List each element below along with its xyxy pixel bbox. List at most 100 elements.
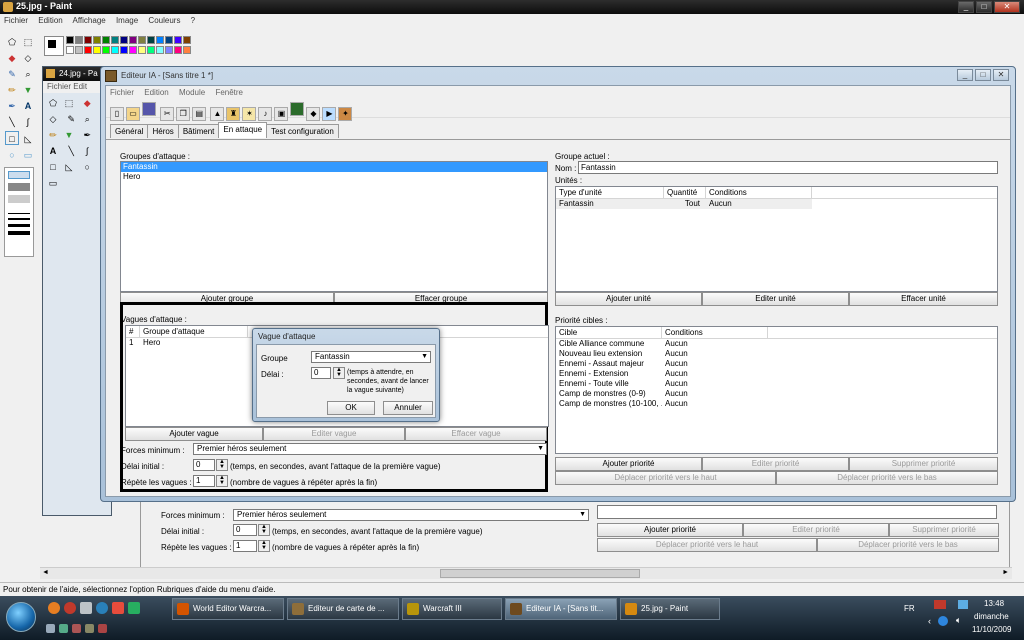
tray-app4-icon[interactable] (85, 624, 94, 633)
paint24-zoom-icon[interactable]: ⌕ (80, 112, 94, 126)
tray-app1-icon[interactable] (46, 624, 55, 633)
paint24-curve-icon[interactable]: ∫ (80, 144, 94, 158)
curve-icon[interactable]: ∫ (21, 115, 35, 129)
target-priority-list[interactable]: Cible Conditions Cible Alliance commune A… (555, 326, 998, 454)
save-icon[interactable] (142, 102, 156, 116)
start-button[interactable] (6, 602, 36, 632)
tab-batiment[interactable]: Bâtiment (177, 124, 220, 138)
editor-minimize-button[interactable]: _ (957, 69, 973, 81)
scroll-thumb[interactable] (440, 569, 640, 578)
paint24-brush-icon[interactable]: ▼ (62, 128, 76, 142)
palette-swatch[interactable] (129, 46, 137, 54)
object-icon[interactable]: ▣ (274, 107, 289, 121)
editor-menu-module[interactable]: Module (179, 88, 205, 97)
add-priority-button[interactable]: Ajouter priorité (555, 457, 702, 471)
paint24-rect-select-icon[interactable]: ⬚ (62, 96, 76, 110)
initial-delay-spinner[interactable]: ▲ ▼ (216, 459, 228, 471)
behind-delay-input[interactable]: 0 (233, 524, 257, 536)
attack-group-item[interactable]: Hero (121, 172, 547, 182)
sound-icon[interactable]: ♪ (258, 107, 273, 121)
attack-group-item[interactable]: Fantassin (121, 162, 547, 172)
add-unit-button[interactable]: Ajouter unité (555, 292, 702, 306)
target-row[interactable]: Ennemi - Extension Aucun (556, 369, 997, 379)
current-colors[interactable] (44, 36, 64, 56)
test-icon[interactable]: ▶ (322, 107, 337, 121)
clock-day[interactable]: dimanche (974, 612, 1009, 621)
paint24-rectangle-icon[interactable]: □ (46, 160, 60, 174)
tab-general[interactable]: Général (110, 124, 149, 138)
min-forces-select[interactable]: Premier héros seulement ▼ (193, 443, 547, 455)
palette-swatch[interactable] (93, 36, 101, 44)
target-row[interactable]: Camp de monstres (0-9) Aucun (556, 389, 997, 399)
paint24-fill-icon[interactable]: ◇ (46, 112, 60, 126)
targets-col-conditions[interactable]: Conditions (662, 327, 768, 338)
brush-icon[interactable]: ▼ (21, 83, 35, 97)
palette-swatch[interactable] (120, 36, 128, 44)
menu-edition[interactable]: Edition (38, 16, 62, 25)
units-col-quantity[interactable]: Quantité (664, 187, 706, 198)
palette-swatch[interactable] (174, 36, 182, 44)
tray-app2-icon[interactable] (59, 624, 68, 633)
rectangle-icon[interactable]: □ (5, 131, 19, 145)
add-wave-button[interactable]: Ajouter vague (125, 427, 263, 441)
palette-swatch[interactable] (156, 46, 164, 54)
light-icon[interactable]: ✶ (242, 107, 257, 121)
clock-date[interactable]: 11/10/2009 (972, 625, 1011, 634)
paint24-text-icon[interactable]: A (46, 144, 60, 158)
firefox-icon[interactable] (48, 602, 60, 614)
taskbar-button[interactable]: Warcraft III (402, 598, 502, 620)
editor-menu-edition[interactable]: Edition (144, 88, 168, 97)
line-icon[interactable]: ╲ (5, 115, 19, 129)
antivirus-icon[interactable] (934, 600, 946, 609)
palette-swatch[interactable] (183, 36, 191, 44)
target-row[interactable]: Nouveau lieu extension Aucun (556, 349, 997, 359)
scroll-left-icon[interactable]: ◄ (42, 569, 49, 576)
paint24-free-select-icon[interactable]: ⬠ (46, 96, 60, 110)
volume-icon[interactable]: 🔈︎ (956, 615, 961, 626)
tab-en-attaque[interactable]: En attaque (218, 122, 268, 138)
dialog-delay-spinner[interactable]: ▲ ▼ (333, 367, 345, 379)
group-name-input[interactable]: Fantassin (578, 161, 998, 174)
close-button[interactable]: ✕ (994, 1, 1020, 13)
menu-fichier[interactable]: Fichier (4, 16, 28, 25)
menu-help[interactable]: ? (191, 16, 195, 25)
polygon-icon[interactable]: ◺ (21, 132, 35, 146)
edit-priority-button[interactable]: Editer priorité (702, 457, 849, 471)
targets-col-target[interactable]: Cible (556, 327, 662, 338)
rect-select-icon[interactable]: ⬚ (21, 35, 35, 49)
paste-icon[interactable]: ▤ (192, 107, 207, 121)
units-row[interactable]: Fantassin Tout Aucun (556, 199, 812, 209)
pencil-icon[interactable]: ✏ (5, 83, 19, 97)
palette-swatch[interactable] (120, 46, 128, 54)
behind-edit-priority-button[interactable]: Editer priorité (743, 523, 889, 537)
palette-swatch[interactable] (129, 36, 137, 44)
paint24-airbrush-icon[interactable]: ✒ (80, 128, 94, 142)
editor-menu-fichier[interactable]: Fichier (110, 88, 134, 97)
campaign-icon[interactable]: ◆ (306, 107, 321, 121)
behind-move-down-button[interactable]: Déplacer priorité vers le bas (817, 538, 999, 552)
spreadsheet-icon[interactable] (128, 602, 140, 614)
extra-icon[interactable]: ✦ (338, 107, 353, 121)
tray-app3-icon[interactable] (72, 624, 81, 633)
globe-icon[interactable] (96, 602, 108, 614)
rounded-rect-icon[interactable]: ▭ (21, 148, 35, 162)
behind-move-up-button[interactable]: Déplacer priorité vers le haut (597, 538, 817, 552)
palette-swatch[interactable] (111, 36, 119, 44)
palette-swatch[interactable] (174, 46, 182, 54)
app-icon[interactable] (112, 602, 124, 614)
behind-delete-priority-button[interactable]: Supprimer priorité (889, 523, 999, 537)
palette-swatch[interactable] (84, 46, 92, 54)
editor-maximize-button[interactable]: □ (975, 69, 991, 81)
units-col-conditions[interactable]: Conditions (706, 187, 812, 198)
dialog-group-select[interactable]: Fantassin ▼ (311, 351, 431, 363)
palette-swatch[interactable] (102, 36, 110, 44)
paint24-rounded-rect-icon[interactable]: ▭ (46, 176, 60, 190)
behind-name-field[interactable] (597, 505, 997, 519)
behind-min-forces-select[interactable]: Premier héros seulement ▼ (233, 509, 589, 521)
behind-repeat-input[interactable]: 1 (233, 540, 257, 552)
units-list[interactable]: Type d'unité Quantité Conditions Fantass… (555, 186, 998, 292)
delete-unit-button[interactable]: Effacer unité (849, 292, 998, 306)
menu-couleurs[interactable]: Couleurs (148, 16, 180, 25)
maximize-button[interactable]: □ (976, 1, 992, 13)
paint24-ellipse-icon[interactable]: ○ (80, 160, 94, 174)
